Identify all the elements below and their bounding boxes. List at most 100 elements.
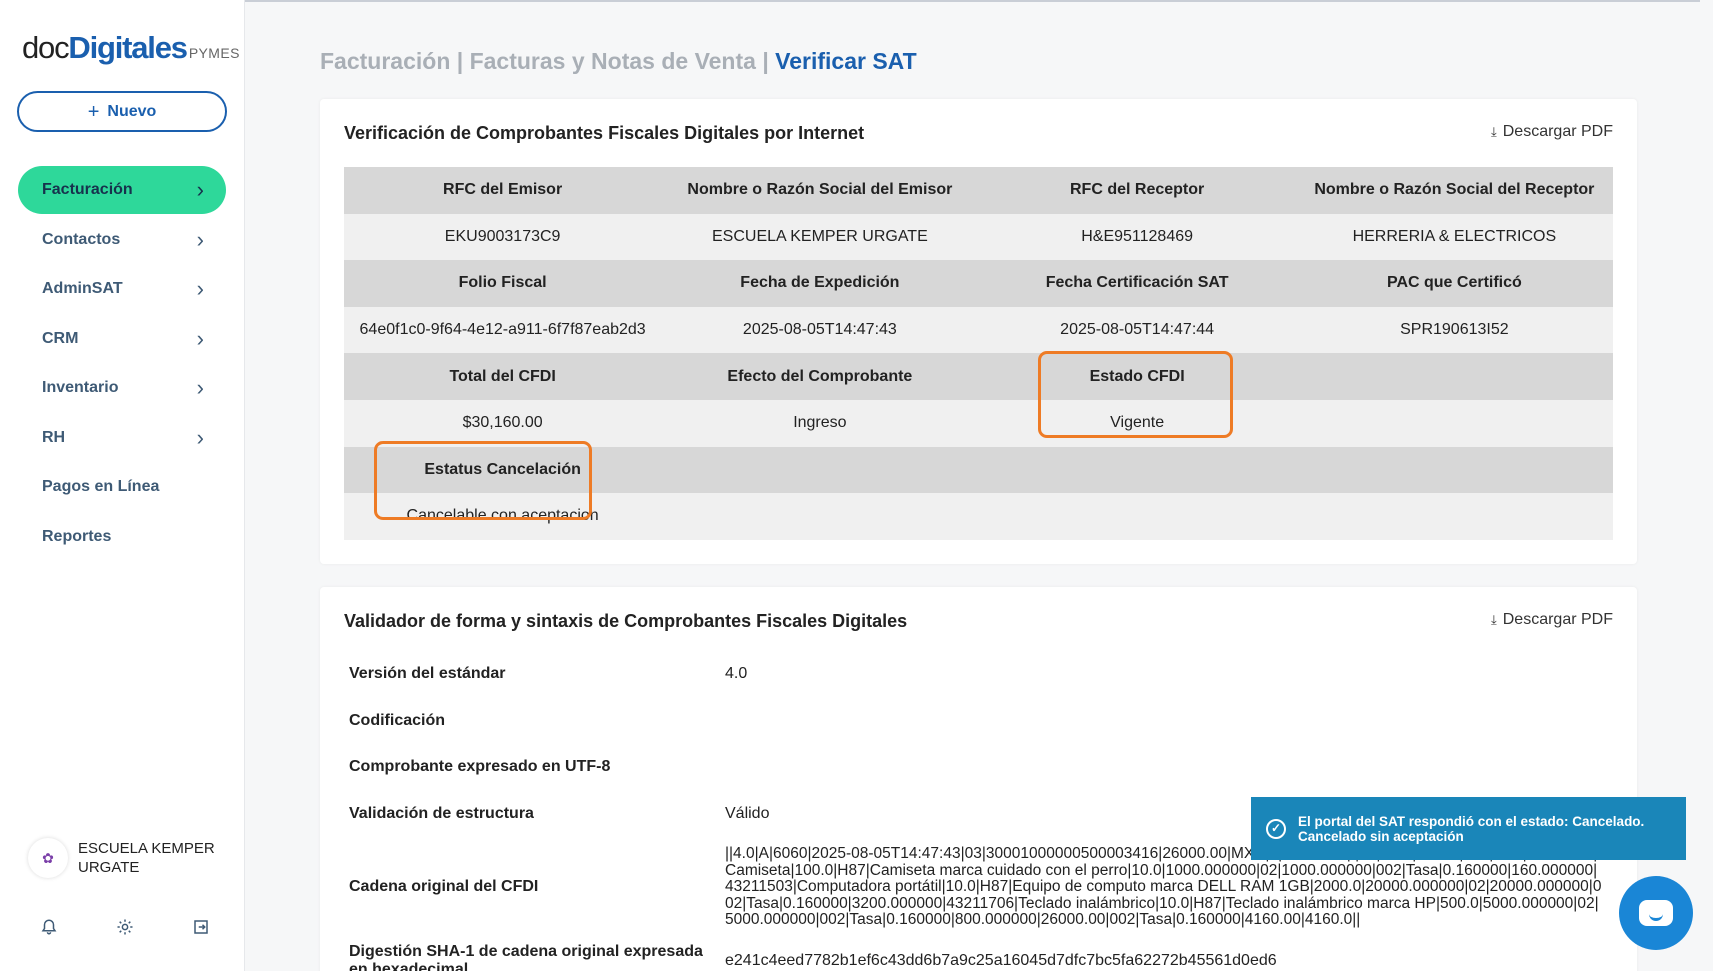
validator-row: Digestión SHA-1 de cadena original expre… <box>344 937 1613 971</box>
validator-row: Comprobante expresado en UTF-8 <box>344 744 1613 791</box>
column-header: Nombre o Razón Social del Receptor <box>1314 181 1595 199</box>
table-cell: 64e0f1c0-9f64-4e12-a911-6f7f87eab2d3 <box>359 321 646 339</box>
toast-detail: Cancelado sin aceptación <box>1298 828 1464 844</box>
sidebar-item-label: Pagos en Línea <box>42 478 160 495</box>
company-profile[interactable]: ✿ ESCUELA KEMPER URGATE <box>28 838 228 878</box>
download-icon: ⤓ <box>1491 612 1497 627</box>
top-divider <box>0 0 1700 2</box>
logo-suffix: PYMES <box>188 45 240 61</box>
table-cell: EKU9003173C9 <box>444 227 561 245</box>
estatus-cancelacion-highlight <box>374 441 592 520</box>
sidebar-item-pagos-en-línea[interactable]: Pagos en Línea <box>18 463 226 511</box>
validator-label: Versión del estándar <box>349 665 506 683</box>
sidebar-bottom-icons <box>40 918 210 941</box>
table-header-row: Folio Fiscal Fecha de Expedición Fecha Cer… <box>344 260 1613 307</box>
breadcrumb-current: Verificar SAT <box>775 48 917 74</box>
download-pdf-button-2[interactable]: ⤓ Descargar PDF <box>1491 611 1613 629</box>
sidebar-nav: Facturación › Contactos › AdminSAT › CRM › Inven… <box>18 166 226 562</box>
breadcrumb: Facturación | Facturas y Notas de Venta … <box>320 48 917 75</box>
new-button-label: Nuevo <box>107 102 157 120</box>
estado-cfdi-highlight <box>1038 351 1233 438</box>
validator-label: Validación de estructura <box>349 805 534 823</box>
table-cell: HERRERIA & ELECTRICOS <box>1352 227 1557 245</box>
sidebar-item-label: AdminSAT <box>42 280 123 297</box>
table-cell: SPR190613I52 <box>1400 321 1509 339</box>
breadcrumb-item-facturas[interactable]: Facturas y Notas de Venta <box>470 48 756 74</box>
column-header: Fecha Certificación SAT <box>1045 274 1229 292</box>
chat-icon <box>1639 900 1673 926</box>
table-cell: $30,160.00 <box>462 414 543 432</box>
table-cell: Ingreso <box>793 414 847 432</box>
sidebar-item-label: Reportes <box>42 527 112 545</box>
verification-title: Verificación de Comprobantes Fiscales Di… <box>344 123 865 143</box>
sidebar-item-reportes[interactable]: Reportes <box>18 513 226 561</box>
table-header-row: RFC del Emisor Nombre o Razón Social del … <box>344 167 1613 214</box>
toast-message: El portal del SAT respondió con el estad… <box>1298 813 1645 829</box>
sidebar-item-label: Inventario <box>42 379 119 396</box>
validator-label: Comprobante expresado en UTF-8 <box>349 758 611 776</box>
bell-icon[interactable] <box>40 918 58 941</box>
table-cell: 2025-08-05T14:47:43 <box>742 321 897 339</box>
column-header: PAC que Certificó <box>1386 274 1522 292</box>
column-header: Fecha de Expedición <box>740 274 900 292</box>
sidebar-item-contactos[interactable]: Contactos › <box>18 216 226 264</box>
column-header: Efecto del Comprobante <box>727 367 913 385</box>
validator-title: Validador de forma y sintaxis de Comprob… <box>344 611 908 631</box>
company-avatar: ✿ <box>28 838 68 878</box>
table-cell: 2025-08-05T14:47:44 <box>1060 321 1215 339</box>
breadcrumb-item-facturacion[interactable]: Facturación <box>320 48 450 74</box>
sidebar-item-label: RH <box>42 428 66 446</box>
sidebar-item-adminsat[interactable]: AdminSAT › <box>18 265 226 313</box>
column-header: Folio Fiscal <box>458 274 547 292</box>
validator-value: Válido <box>725 805 770 823</box>
sidebar-item-rh[interactable]: RH › <box>18 414 226 462</box>
table-row: EKU9003173C9 ESCUELA KEMPER URGATE H&E9511… <box>344 213 1613 261</box>
table-cell: ESCUELA KEMPER URGATE <box>711 227 928 245</box>
table-header-row: Total del CFDI Efecto del Comprobante Esta… <box>344 353 1613 400</box>
new-button[interactable]: + Nuevo <box>17 91 227 132</box>
validator-label: Cadena original del CFDI <box>349 878 539 896</box>
sidebar-item-inventario[interactable]: Inventario › <box>18 364 226 412</box>
sidebar-item-label: Facturación <box>42 181 133 198</box>
company-name: ESCUELA KEMPER URGATE <box>78 840 215 876</box>
sidebar-item-label: CRM <box>42 329 79 347</box>
table-row: $30,160.00 Ingreso Vigente <box>344 399 1613 447</box>
sidebar: docDigitales PYMES + Nuevo Facturación › Con… <box>0 0 245 971</box>
validator-value: 4.0 <box>725 665 748 683</box>
chevron-right-icon: › <box>196 177 204 202</box>
validator-value: e241c4eed7782b1ef6c43dd6b7a9c25a16045d7d… <box>725 951 1277 969</box>
breadcrumb-separator: | <box>762 48 769 74</box>
table-cell: H&E951128469 <box>1081 227 1194 245</box>
download-pdf-label: Descargar PDF <box>1502 611 1613 628</box>
sidebar-item-facturación[interactable]: Facturación › <box>18 166 226 214</box>
column-header: RFC del Emisor <box>443 181 563 199</box>
plus-icon: + <box>87 100 100 123</box>
table-row: 64e0f1c0-9f64-4e12-a911-6f7f87eab2d3 2025… <box>344 306 1613 354</box>
chevron-right-icon: › <box>196 276 204 301</box>
chevron-right-icon: › <box>196 226 204 252</box>
chevron-right-icon: › <box>196 375 204 400</box>
download-pdf-button[interactable]: ⤓ Descargar PDF <box>1491 123 1613 141</box>
sidebar-item-label: Contactos <box>42 230 121 248</box>
validator-row: Codificación <box>344 698 1613 745</box>
chevron-right-icon: › <box>196 424 204 450</box>
breadcrumb-separator: | <box>456 48 464 74</box>
logo-prefix: doc <box>22 30 70 65</box>
column-header: Total del CFDI <box>449 367 556 385</box>
logout-icon[interactable] <box>192 918 210 941</box>
download-pdf-label: Descargar PDF <box>1502 123 1613 140</box>
validator-card: Validador de forma y sintaxis de Comprob… <box>320 587 1637 971</box>
download-icon: ⤓ <box>1491 124 1497 139</box>
gear-icon[interactable] <box>116 918 134 941</box>
chat-button[interactable] <box>1619 876 1693 950</box>
sat-status-toast[interactable]: ✓ El portal del SAT respondió con el est… <box>1251 797 1686 860</box>
logo-brand: Digitales <box>68 30 188 65</box>
check-circle-icon: ✓ <box>1266 818 1286 839</box>
validator-label: Codificación <box>349 711 446 729</box>
column-header: Nombre o Razón Social del Emisor <box>687 181 953 199</box>
validator-label: Digestión SHA-1 de cadena original expre… <box>349 942 703 971</box>
column-header: RFC del Receptor <box>1070 181 1205 199</box>
verification-card: Verificación de Comprobantes Fiscales Di… <box>320 99 1637 564</box>
app-logo[interactable]: docDigitales PYMES <box>22 30 240 66</box>
sidebar-item-crm[interactable]: CRM › <box>18 315 226 363</box>
